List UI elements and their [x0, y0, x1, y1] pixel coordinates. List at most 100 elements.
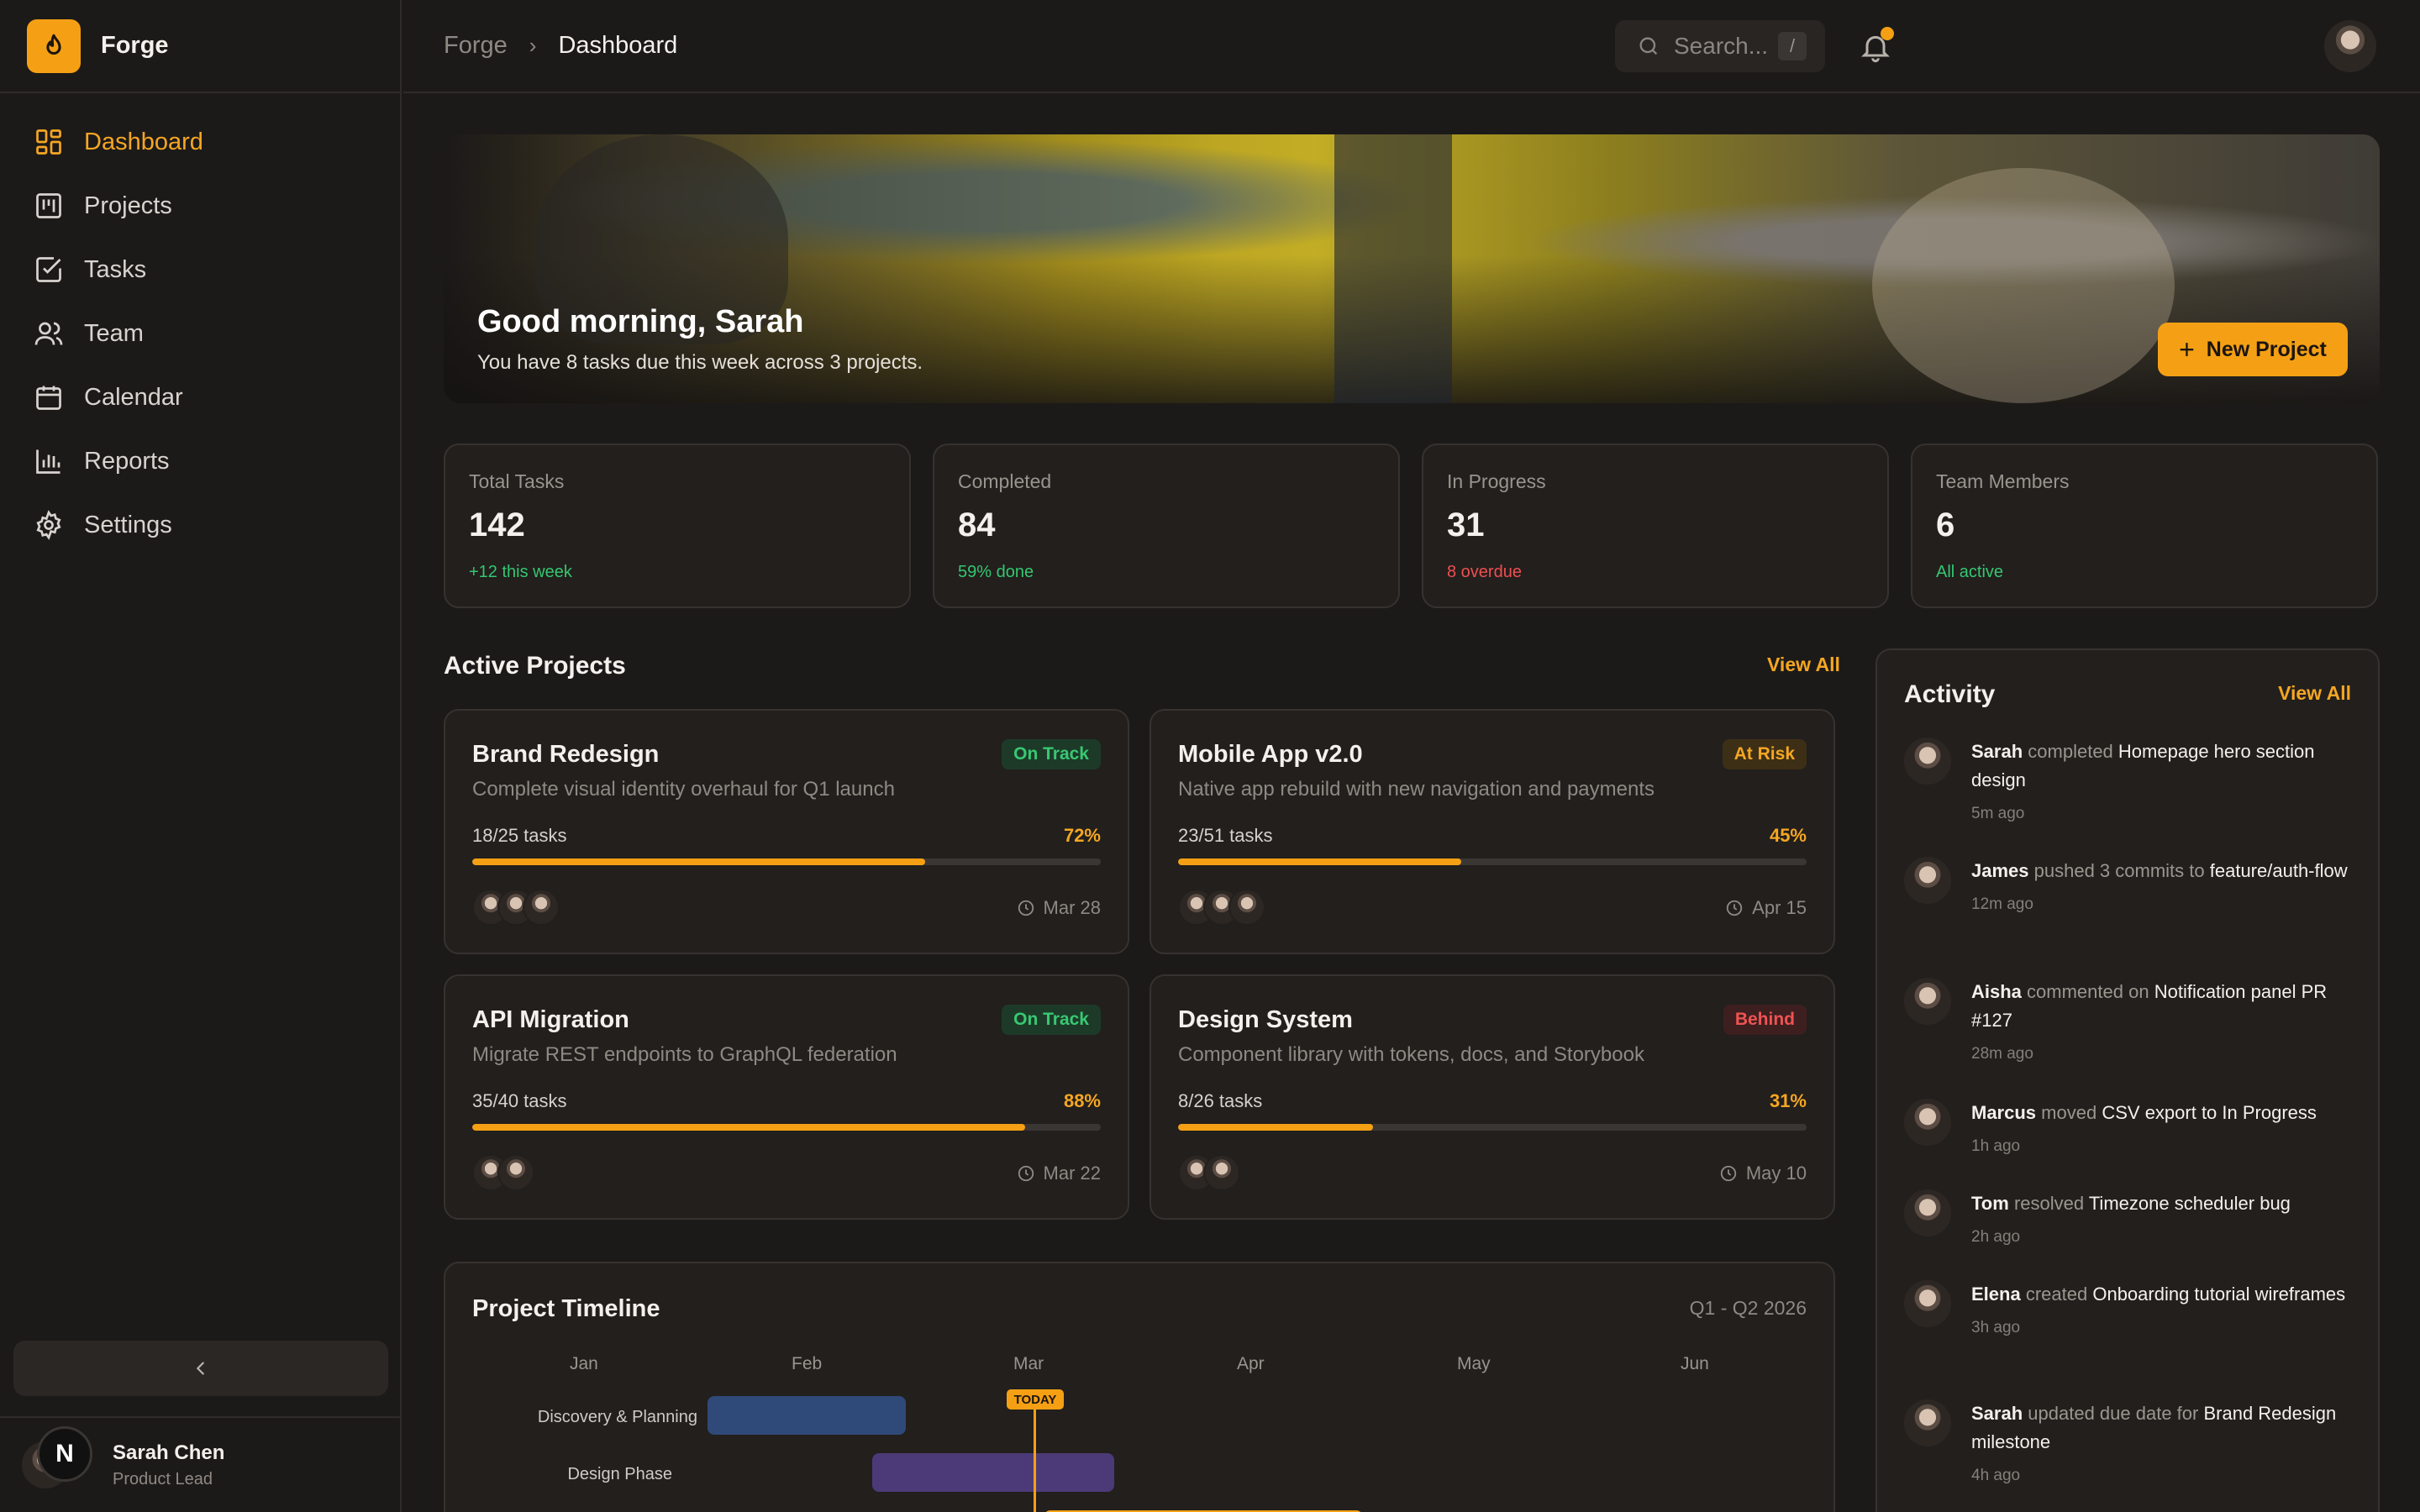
avatar — [1904, 1399, 1951, 1446]
progress-bar — [472, 1124, 1101, 1131]
timeline-range[interactable]: Q1 - Q2 2026 — [1690, 1297, 1807, 1320]
timeline-title: Project Timeline — [472, 1295, 660, 1322]
clock-icon — [1720, 1165, 1737, 1182]
search-icon — [1639, 37, 1658, 55]
search-input[interactable]: Search... / — [1615, 20, 1825, 72]
team-icon — [34, 322, 63, 345]
sidebar-item-label: Calendar — [84, 383, 183, 411]
avatar — [1904, 1189, 1951, 1236]
tasks-icon — [36, 257, 61, 282]
project-card-api-migration[interactable]: API Migration On Track Migrate REST endp… — [444, 974, 1129, 1220]
view-all-activity-link[interactable]: View All — [2278, 682, 2351, 705]
stat-label: Team Members — [1936, 470, 2070, 492]
clock-icon — [1727, 900, 1743, 916]
activity-time: 1h ago — [1971, 1137, 2021, 1155]
hero-image-figure — [1872, 168, 2175, 403]
sidebar-item-calendar[interactable]: Calendar — [0, 365, 400, 429]
project-card-mobile-app[interactable]: Mobile App v2.0 At Risk Native app rebui… — [1150, 709, 1835, 954]
activity-item[interactable]: Sarah updated due date for Brand Redesig… — [1904, 1399, 2358, 1485]
status-badge: Behind — [1723, 1005, 1807, 1035]
project-percent: 45% — [1769, 825, 1807, 846]
progress-bar — [1178, 1124, 1807, 1131]
timeline-bar-design[interactable] — [872, 1453, 1114, 1492]
timeline-month: Apr — [1237, 1354, 1265, 1373]
sidebar-item-settings[interactable]: Settings — [0, 493, 400, 557]
avatar — [1904, 1280, 1951, 1327]
stat-note: 8 overdue — [1447, 563, 1522, 581]
activity-text: Elena created Onboarding tutorial wirefr… — [1971, 1280, 2358, 1309]
stat-card-total-tasks: Total Tasks 142 +12 this week — [444, 444, 911, 608]
project-title: Mobile App v2.0 — [1178, 741, 1363, 768]
due-date-label: May 10 — [1745, 1163, 1807, 1184]
chevron-right-icon: › — [529, 33, 537, 58]
sidebar-item-projects[interactable]: Projects — [0, 174, 400, 238]
project-task-count: 18/25 tasks — [472, 825, 567, 846]
activity-item[interactable]: Elena created Onboarding tutorial wirefr… — [1904, 1280, 2358, 1337]
activity-item[interactable]: Tom resolved Timezone scheduler bug 2h a… — [1904, 1189, 2358, 1247]
breadcrumb-root[interactable]: Forge — [444, 32, 508, 60]
timeline-month: Jun — [1681, 1354, 1709, 1373]
stat-label: In Progress — [1447, 470, 1546, 492]
hero-banner: Good morning, Sarah You have 8 tasks due… — [444, 134, 2380, 403]
activity-actor: Tom — [1971, 1193, 2009, 1214]
activity-object: CSV export to In Progress — [2102, 1102, 2317, 1123]
member-avatars — [472, 889, 560, 926]
activity-text: Marcus moved CSV export to In Progress — [1971, 1099, 2358, 1127]
brand-name: Forge — [101, 32, 169, 59]
topbar: Forge › Dashboard — [403, 0, 2420, 93]
project-task-count: 23/51 tasks — [1178, 825, 1273, 846]
activity-time: 3h ago — [1971, 1319, 2021, 1336]
member-avatars — [1178, 889, 1265, 926]
sidebar-item-dashboard[interactable]: Dashboard — [0, 110, 400, 174]
view-all-projects-link[interactable]: View All — [1767, 654, 1840, 676]
timeline-bar-discovery[interactable] — [708, 1396, 906, 1435]
plus-icon: + — [2179, 333, 2195, 365]
progress-fill — [472, 1124, 1026, 1131]
user-profile[interactable]: N Sarah Chen Product Lead — [0, 1416, 402, 1512]
user-info: Sarah Chen Product Lead — [113, 1441, 224, 1489]
activity-action: created — [2025, 1284, 2088, 1305]
stat-card-team-members: Team Members 6 All active — [1911, 444, 2378, 608]
project-description: Native app rebuild with new navigation a… — [1178, 778, 1655, 801]
sidebar-item-team[interactable]: Team — [0, 302, 400, 365]
due-date: May 10 — [1719, 1163, 1807, 1184]
activity-action: moved — [2041, 1102, 2097, 1123]
project-card-design-system[interactable]: Design System Behind Component library w… — [1150, 974, 1835, 1220]
activity-object: Notification panel PR #127 — [1971, 981, 2328, 1031]
progress-bar — [472, 858, 1101, 865]
hero-subtitle: You have 8 tasks due this week across 3 … — [477, 351, 923, 374]
activity-item[interactable]: Marcus moved CSV export to In Progress 1… — [1904, 1099, 2358, 1156]
today-marker — [1034, 1398, 1036, 1512]
project-percent: 72% — [1063, 825, 1101, 846]
activity-object: Timezone scheduler bug — [2088, 1193, 2291, 1214]
activity-actor: Aisha — [1971, 981, 2022, 1002]
activity-actor: Marcus — [1971, 1102, 2037, 1123]
notification-dot — [1881, 27, 1894, 40]
chevron-left-icon — [196, 1362, 204, 1375]
flame-logo-icon[interactable] — [27, 18, 81, 73]
timeline-month: May — [1457, 1354, 1491, 1373]
new-project-button[interactable]: + New Project — [2158, 323, 2348, 376]
sidebar-item-tasks[interactable]: Tasks — [0, 238, 400, 302]
activity-item[interactable]: Sarah completed Homepage hero section de… — [1904, 738, 2358, 823]
avatar[interactable] — [2324, 20, 2376, 72]
activity-item[interactable]: Aisha commented on Notification panel PR… — [1904, 978, 2358, 1063]
due-date: Mar 28 — [1017, 897, 1101, 919]
status-badge: On Track — [1002, 739, 1101, 769]
activity-item[interactable]: James pushed 3 commits to feature/auth-f… — [1904, 857, 2358, 914]
activity-text: Sarah completed Homepage hero section de… — [1971, 738, 2358, 795]
n-badge[interactable]: N — [37, 1426, 92, 1482]
stat-value: 84 — [958, 507, 996, 543]
calendar-icon — [36, 386, 61, 410]
avatar — [1904, 738, 1951, 785]
sidebar-item-label: Settings — [84, 511, 172, 538]
settings-icon — [36, 510, 61, 540]
stat-note: +12 this week — [469, 563, 572, 581]
collapse-sidebar-button[interactable] — [13, 1341, 388, 1396]
dashboard-icon — [36, 129, 61, 155]
progress-fill — [1178, 858, 1461, 865]
activity-object: Homepage hero section design — [1971, 741, 2315, 790]
project-card-brand-redesign[interactable]: Brand Redesign On Track Complete visual … — [444, 709, 1129, 954]
activity-actor: Elena — [1971, 1284, 2021, 1305]
sidebar-item-reports[interactable]: Reports — [0, 429, 400, 493]
